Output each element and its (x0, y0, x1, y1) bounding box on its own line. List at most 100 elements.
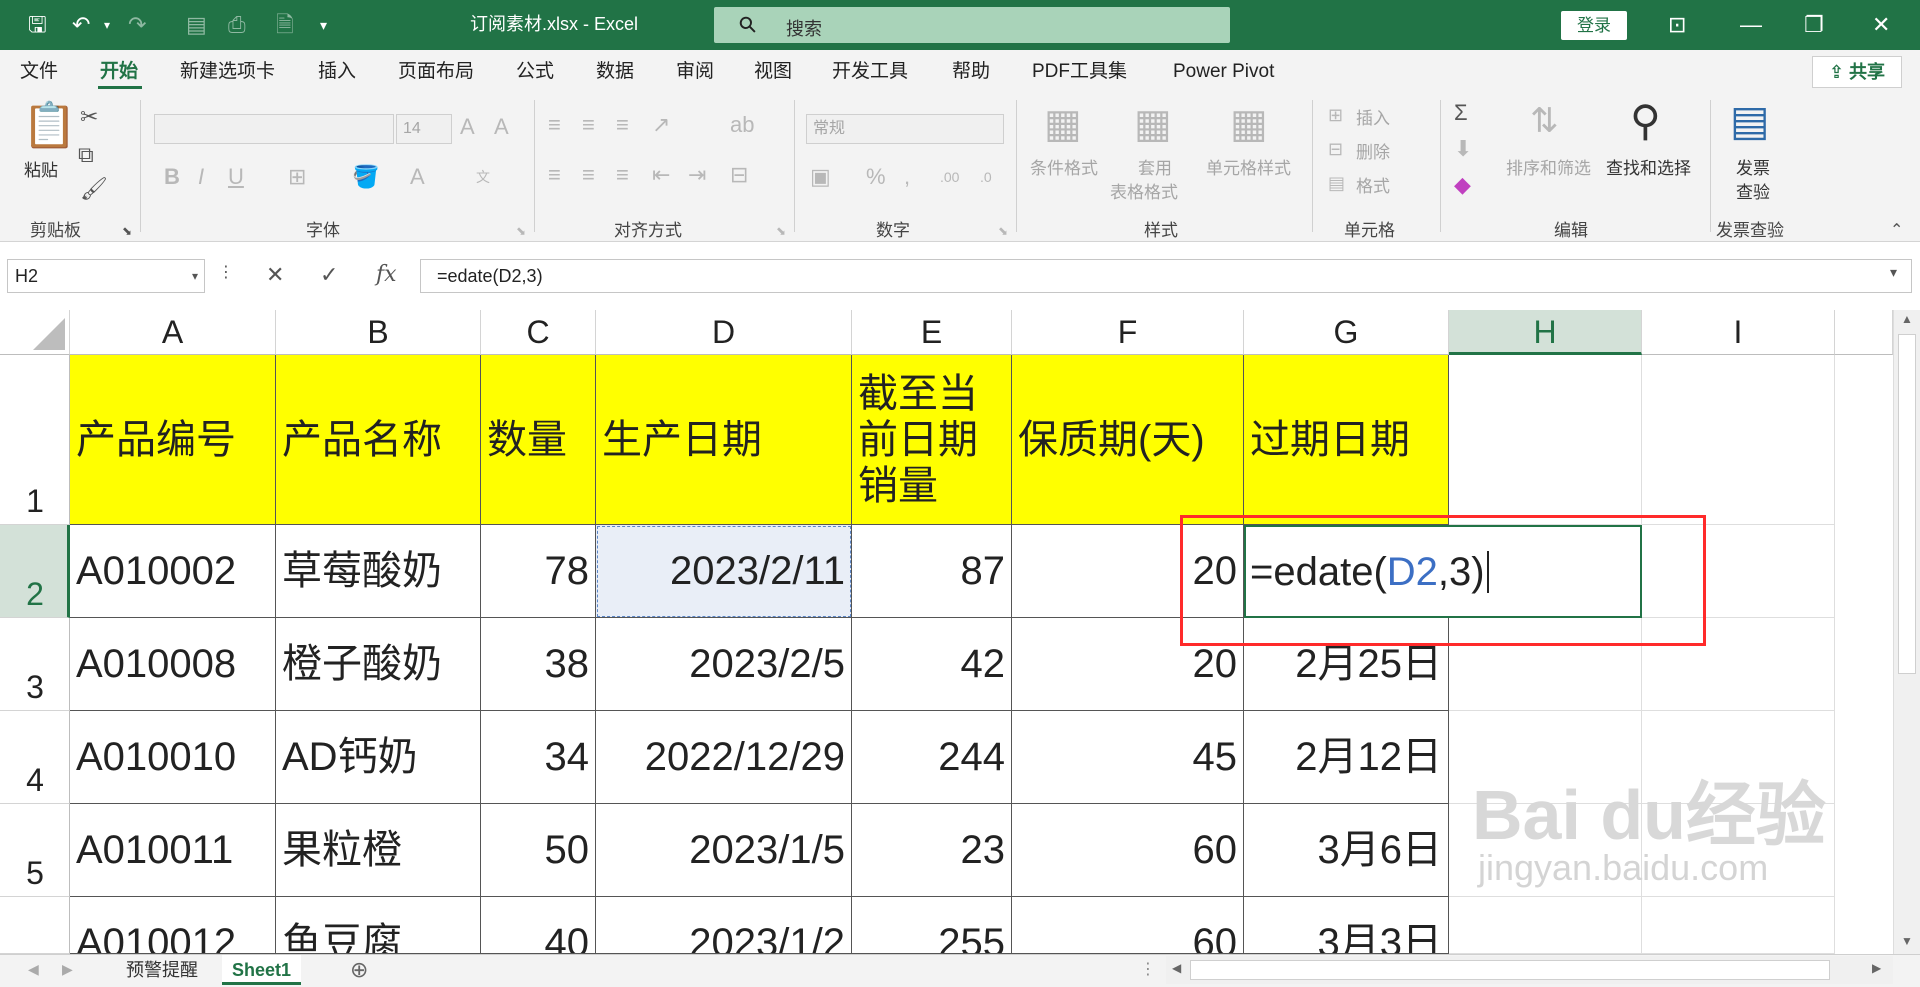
tab-power-pivot[interactable]: Power Pivot (1173, 60, 1274, 84)
clipboard-launcher-icon[interactable]: ⬊ (122, 220, 132, 242)
column-header-i[interactable]: I (1642, 310, 1835, 355)
ribbon-display-icon[interactable]: ⊡ (1668, 12, 1686, 38)
cell-c4[interactable]: 34 (481, 711, 596, 804)
column-header-f[interactable]: F (1012, 310, 1244, 355)
cell-c3[interactable]: 38 (481, 618, 596, 711)
cell-d5[interactable]: 2023/1/5 (596, 804, 852, 897)
tab-developer[interactable]: 开发工具 (832, 60, 908, 84)
header-production-date[interactable]: 生产日期 (596, 355, 852, 525)
cell-b4[interactable]: AD钙奶 (276, 711, 481, 804)
paste-icon[interactable]: 📋 (22, 104, 77, 148)
row-header-1[interactable]: 1 (0, 355, 70, 525)
horizontal-scroll-thumb[interactable] (1190, 960, 1830, 980)
tab-help[interactable]: 帮助 (952, 60, 990, 84)
tab-split-icon[interactable]: ⋮ (1140, 959, 1156, 979)
column-header-a[interactable]: A (70, 310, 276, 355)
tab-home[interactable]: 开始 (100, 60, 138, 84)
header-quantity[interactable]: 数量 (481, 355, 596, 525)
name-box[interactable]: H2 ▾ (7, 259, 205, 293)
sheet-tab-alert[interactable]: 预警提醒 (116, 955, 208, 985)
tab-view[interactable]: 视图 (754, 60, 792, 84)
expand-formula-icon[interactable]: ▾ (1890, 264, 1897, 281)
cell-a3[interactable]: A010008 (70, 618, 276, 711)
cell-c6[interactable]: 40 (481, 897, 596, 954)
cancel-icon[interactable]: ✕ (266, 262, 284, 288)
cell-d2-referenced[interactable]: 2023/2/11 (596, 525, 852, 618)
header-shelf-life[interactable]: 保质期(天) (1012, 355, 1244, 525)
cell-a5[interactable]: A010011 (70, 804, 276, 897)
tab-formulas[interactable]: 公式 (516, 60, 554, 84)
cell-g5[interactable]: 3月6日 (1244, 804, 1449, 897)
cell-a4[interactable]: A010010 (70, 711, 276, 804)
cell-f6[interactable]: 60 (1012, 897, 1244, 954)
next-sheet-icon[interactable]: ▶ (62, 961, 73, 978)
clear-icon[interactable]: ◆ (1454, 174, 1471, 196)
cell-h6[interactable] (1449, 897, 1642, 954)
cell-b6[interactable]: 鱼豆腐 (276, 897, 481, 954)
find-select-label[interactable]: 查找和选择 (1606, 154, 1691, 179)
cell-e6[interactable]: 255 (852, 897, 1012, 954)
restore-icon[interactable]: ❐ (1804, 12, 1824, 38)
invoice-label-1[interactable]: 发票 (1736, 154, 1770, 179)
vertical-scrollbar[interactable]: ▲ ▼ (1893, 310, 1920, 954)
cell-c2[interactable]: 78 (481, 525, 596, 618)
row-header-4[interactable]: 4 (0, 711, 70, 804)
cell-h1[interactable] (1449, 355, 1642, 525)
row-header-2[interactable]: 2 (0, 525, 70, 618)
add-sheet-icon[interactable]: ⊕ (350, 957, 368, 983)
close-icon[interactable]: ✕ (1872, 12, 1890, 38)
column-header-b[interactable]: B (276, 310, 481, 355)
cell-a2[interactable]: A010002 (70, 525, 276, 618)
name-box-dropdown-icon[interactable]: ▾ (192, 260, 198, 292)
cell-e3[interactable]: 42 (852, 618, 1012, 711)
tab-pdf[interactable]: PDF工具集 (1032, 60, 1127, 84)
formula-input[interactable]: =edate(D2,3) (420, 259, 1912, 293)
customize-toolbar-icon[interactable]: ▾ (320, 12, 327, 38)
cell-d6[interactable]: 2023/1/2 (596, 897, 852, 954)
column-header-h[interactable]: H (1449, 310, 1642, 355)
cell-d3[interactable]: 2023/2/5 (596, 618, 852, 711)
column-header-c[interactable]: C (481, 310, 596, 355)
cut-icon[interactable]: ✂ (80, 106, 98, 128)
cell-a6[interactable]: A010012 (70, 897, 276, 954)
font-size-combo[interactable]: 14 (396, 114, 452, 144)
tab-review[interactable]: 审阅 (676, 60, 714, 84)
tab-new[interactable]: 新建选项卡 (180, 60, 275, 84)
cell-b2[interactable]: 草莓酸奶 (276, 525, 481, 618)
cell-f5[interactable]: 60 (1012, 804, 1244, 897)
cell-f4[interactable]: 45 (1012, 711, 1244, 804)
prev-sheet-icon[interactable]: ◀ (28, 961, 39, 978)
paste-label[interactable]: 粘贴 (24, 156, 58, 181)
sheet-tab-sheet1[interactable]: Sheet1 (222, 955, 302, 985)
tab-data[interactable]: 数据 (596, 60, 634, 84)
minimize-icon[interactable]: — (1740, 12, 1762, 38)
scroll-down-icon[interactable]: ▼ (1901, 934, 1913, 948)
select-all-corner[interactable] (0, 310, 70, 355)
cell-g4[interactable]: 2月12日 (1244, 711, 1449, 804)
row-header-6[interactable] (0, 897, 70, 954)
tab-page-layout[interactable]: 页面布局 (398, 60, 474, 84)
copy-icon[interactable]: ⧉ (78, 144, 94, 166)
enter-icon[interactable]: ✓ (320, 262, 338, 288)
find-select-icon[interactable]: ⚲ (1630, 100, 1661, 142)
tab-insert[interactable]: 插入 (318, 60, 356, 84)
search-box[interactable]: ⚲ 搜索 (714, 7, 1230, 43)
cell-e4[interactable]: 244 (852, 711, 1012, 804)
undo-icon[interactable]: ↶ (72, 12, 90, 38)
row-header-5[interactable]: 5 (0, 804, 70, 897)
share-button[interactable]: ⇪ 共享 (1812, 56, 1902, 88)
login-button[interactable]: 登录 (1561, 11, 1627, 40)
cell-c5[interactable]: 50 (481, 804, 596, 897)
invoice-check-icon[interactable]: ▤ (1730, 100, 1770, 142)
header-sales-to-date[interactable]: 截至当 前日期 销量 (852, 355, 1012, 525)
cell-e2[interactable]: 87 (852, 525, 1012, 618)
cell-e5[interactable]: 23 (852, 804, 1012, 897)
header-expiry-date[interactable]: 过期日期 (1244, 355, 1449, 525)
header-product-name[interactable]: 产品名称 (276, 355, 481, 525)
row-header-3[interactable]: 3 (0, 618, 70, 711)
collapse-ribbon-icon[interactable]: ⌃ (1890, 220, 1903, 242)
horizontal-scrollbar[interactable]: ◀ ▶ (1166, 956, 1893, 984)
column-header-g[interactable]: G (1244, 310, 1449, 355)
font-name-combo[interactable] (154, 114, 394, 144)
column-header-e[interactable]: E (852, 310, 1012, 355)
